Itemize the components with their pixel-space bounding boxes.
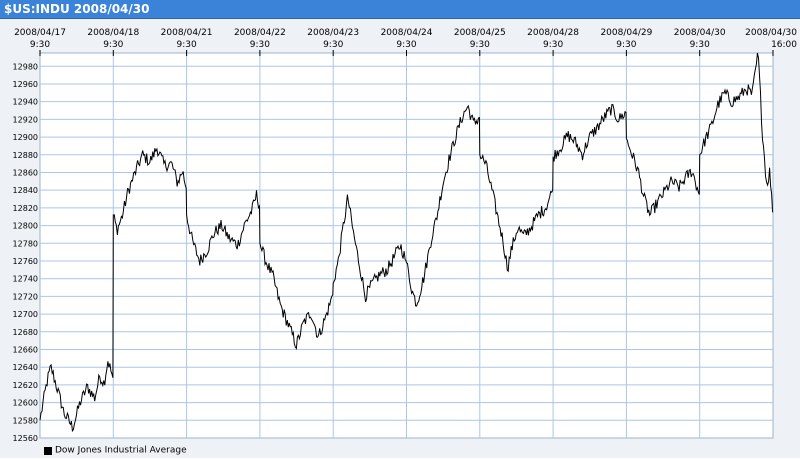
y-tick-label: 12780 xyxy=(13,239,38,248)
y-tick-label: 12840 xyxy=(13,186,38,195)
y-tick-label: 12640 xyxy=(13,363,38,372)
y-tick-label: 12920 xyxy=(13,115,38,124)
x-tick-labels: 2008/04/17 9:30 2008/04/18 9:30 2008/04/21 9:… xyxy=(14,28,797,56)
y-tick-label: 12680 xyxy=(13,328,38,337)
x-tick-date: 2008/04/21 xyxy=(161,28,213,38)
x-tick-time: 9:30 xyxy=(103,40,123,50)
y-tick-label: 12560 xyxy=(13,434,38,443)
y-tick-label: 12940 xyxy=(13,98,38,107)
legend-swatch xyxy=(44,446,52,455)
y-tick-label: 12760 xyxy=(13,257,38,266)
y-tick-label: 12880 xyxy=(13,151,38,160)
legend: Dow Jones Industrial Average xyxy=(44,440,187,456)
x-tick-time: 9:30 xyxy=(30,40,50,50)
y-tick-label: 12980 xyxy=(13,62,38,71)
x-tick-date: 2008/04/24 xyxy=(381,28,433,38)
x-tick-date: 2008/04/30 xyxy=(745,28,797,38)
x-tick-date: 2008/04/25 xyxy=(454,28,506,38)
x-tick-time: 9:30 xyxy=(176,40,196,50)
y-tick-label: 12580 xyxy=(13,416,38,425)
y-tick-label: 12820 xyxy=(13,204,38,213)
y-tick-label: 12600 xyxy=(13,399,38,408)
y-tick-label: 12800 xyxy=(13,222,38,231)
y-tick-label: 12720 xyxy=(13,292,38,301)
x-tick-date: 2008/04/17 xyxy=(14,28,66,38)
x-tick-time: 9:30 xyxy=(616,40,636,50)
x-tick-time: 9:30 xyxy=(690,40,710,50)
x-tick-date: 2008/04/28 xyxy=(527,28,579,38)
y-tick-label: 12860 xyxy=(13,168,38,177)
x-tick-date: 2008/04/18 xyxy=(87,28,139,38)
x-tick-time: 9:30 xyxy=(543,40,563,50)
x-tick-date: 2008/04/23 xyxy=(307,28,359,38)
x-tick-date: 2008/04/30 xyxy=(674,28,726,38)
x-tick-date: 2008/04/22 xyxy=(234,28,286,38)
y-tick-labels: 12560 12580 12600 12620 12640 12660 12680 12700… xyxy=(13,62,38,443)
x-tick-time: 16:00 xyxy=(771,40,797,50)
y-tick-label: 12960 xyxy=(13,80,38,89)
x-tick-time: 9:30 xyxy=(323,40,343,50)
line-chart: 2008/04/17 9:30 2008/04/18 9:30 2008/04/21 9:… xyxy=(13,28,798,443)
x-tick-time: 9:30 xyxy=(250,40,270,50)
x-tick-time: 9:30 xyxy=(396,40,416,50)
x-tick-date: 2008/04/29 xyxy=(600,28,652,38)
y-tick-label: 12900 xyxy=(13,133,38,142)
legend-label: Dow Jones Industrial Average xyxy=(55,445,187,456)
y-tick-label: 12740 xyxy=(13,275,38,284)
x-tick-time: 9:30 xyxy=(470,40,490,50)
y-tick-label: 12700 xyxy=(13,310,38,319)
y-tick-label: 12620 xyxy=(13,381,38,390)
y-tick-label: 12660 xyxy=(13,345,38,354)
